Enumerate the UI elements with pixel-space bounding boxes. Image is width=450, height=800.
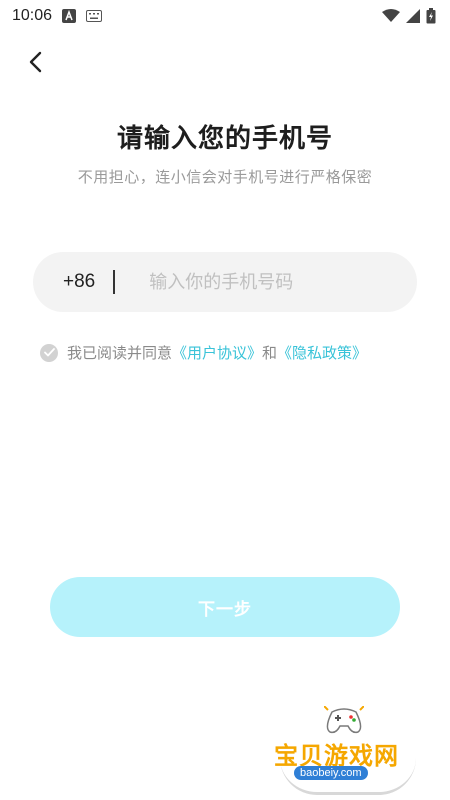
- agreement-row: 我已阅读并同意 《用户协议》 和 《隐私政策》: [40, 342, 367, 363]
- watermark-logo: 宝贝游戏网 baobeiy.com: [268, 706, 428, 798]
- battery-icon: [426, 8, 436, 24]
- status-bar: 10:06: [0, 0, 450, 32]
- status-right: [382, 8, 436, 24]
- keyboard-icon: [86, 10, 103, 22]
- check-icon: [43, 348, 55, 357]
- phone-number-input[interactable]: [147, 270, 352, 294]
- agreement-checkbox[interactable]: [40, 343, 58, 362]
- next-step-button[interactable]: 下一步: [50, 577, 400, 637]
- agreement-prefix: 我已阅读并同意: [67, 344, 173, 362]
- page-title: 请输入您的手机号: [116, 124, 333, 154]
- privacy-policy-link[interactable]: 《隐私政策》: [277, 342, 367, 363]
- user-agreement-link[interactable]: 《用户协议》: [172, 342, 262, 363]
- country-code[interactable]: +86: [63, 271, 95, 293]
- agreement-and: 和: [262, 344, 278, 362]
- input-divider: [113, 270, 116, 294]
- notification-a-icon: [62, 9, 77, 23]
- back-button[interactable]: [18, 45, 52, 79]
- status-left: 10:06: [12, 7, 103, 25]
- signal-icon: [406, 9, 420, 23]
- phone-input-container[interactable]: +86: [33, 252, 417, 312]
- gamepad-icon: [324, 706, 364, 734]
- status-time: 10:06: [12, 7, 53, 24]
- wifi-icon: [382, 9, 400, 23]
- watermark-url: baobeiy.com: [294, 766, 368, 780]
- chevron-left-icon: [28, 51, 42, 73]
- page-subtitle: 不用担心，连小信会对手机号进行严格保密: [77, 168, 373, 186]
